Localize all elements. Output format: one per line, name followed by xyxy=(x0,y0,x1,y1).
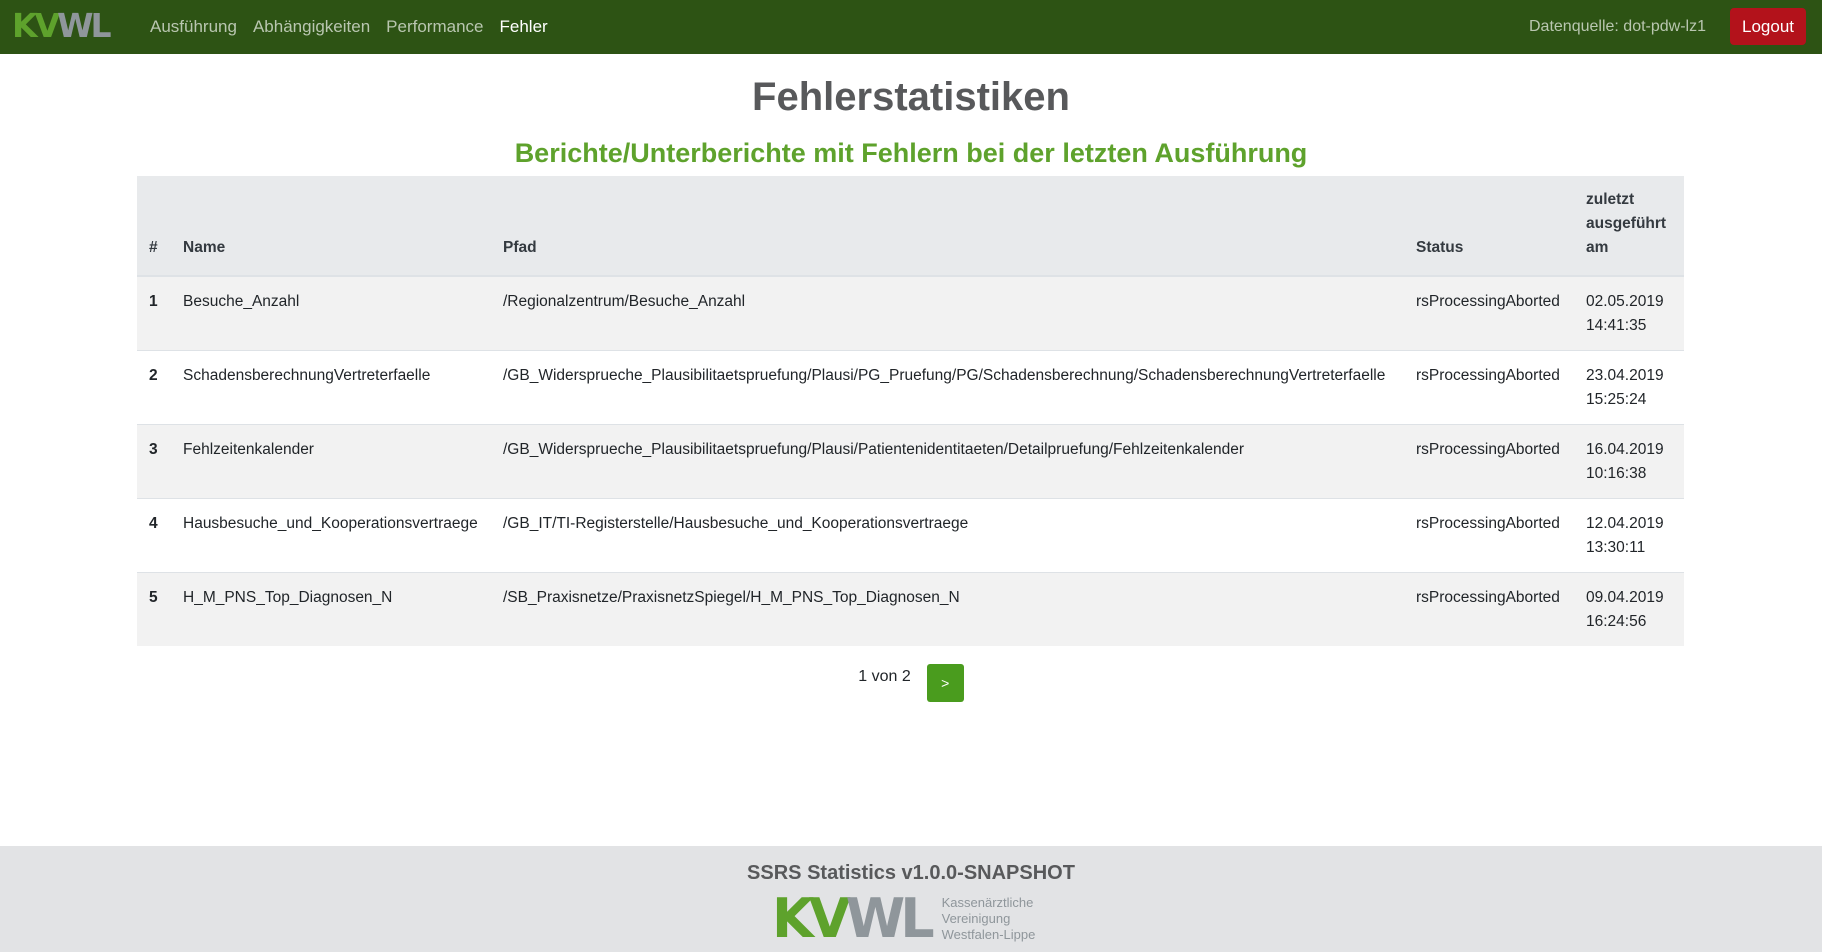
row-time: 15:25:24 xyxy=(1586,391,1647,408)
main-nav: Ausführung Abhängigkeiten Performance Fe… xyxy=(150,0,564,54)
error-table-container: # Name Pfad Status zuletzt ausgeführt am 1… xyxy=(137,176,1684,646)
page-title: Fehlerstatistiken xyxy=(752,75,1070,119)
footer-logo-wl: WL xyxy=(845,887,935,950)
nav-ausfuehrung[interactable]: Ausführung xyxy=(150,17,237,37)
kvwl-logo[interactable]: KV WL xyxy=(12,6,112,45)
footer-logo-mark: KVWL xyxy=(772,892,935,946)
row-status: rsProcessingAborted xyxy=(1404,498,1574,573)
nav-performance[interactable]: Performance xyxy=(386,17,483,37)
row-path: /GB_Widersprueche_Plausibilitaetspruefun… xyxy=(491,424,1404,499)
row-path: /SB_Praxisnetze/PraxisnetzSpiegel/H_M_PN… xyxy=(491,572,1404,646)
header-last-executed-line3: am xyxy=(1586,239,1609,256)
table-row: 1 Besuche_Anzahl /Regionalzentrum/Besuch… xyxy=(137,275,1684,351)
row-date: 02.05.2019 xyxy=(1586,293,1664,310)
row-time: 13:30:11 xyxy=(1586,539,1646,556)
footer-org-line2: Vereinigung xyxy=(941,911,1011,926)
row-name: SchadensberechnungVertreterfaelle xyxy=(171,350,491,425)
row-status: rsProcessingAborted xyxy=(1404,275,1574,351)
row-index: 4 xyxy=(137,498,171,573)
row-last-executed: 02.05.2019 14:41:35 xyxy=(1574,275,1684,351)
logout-button[interactable]: Logout xyxy=(1730,8,1806,45)
table-row: 3 Fehlzeitenkalender /GB_Widersprueche_P… xyxy=(137,424,1684,499)
row-index: 2 xyxy=(137,350,171,425)
logo-wl-text: WL xyxy=(57,6,111,45)
page-subtitle: Berichte/Unterberichte mit Fehlern bei d… xyxy=(514,138,1308,168)
row-date: 23.04.2019 xyxy=(1586,367,1664,384)
footer: SSRS Statistics v1.0.0-SNAPSHOT KVWL Kas… xyxy=(0,846,1822,952)
datasource-label: Datenquelle: dot-pdw-lz1 xyxy=(1529,18,1706,35)
row-date: 12.04.2019 xyxy=(1586,515,1664,532)
footer-org-line1: Kassenärztliche xyxy=(941,895,1034,910)
footer-logo-kv: KV xyxy=(772,887,851,950)
nav-fehler[interactable]: Fehler xyxy=(500,17,548,37)
row-index: 5 xyxy=(137,572,171,646)
page-info: 1 von 2 xyxy=(858,668,911,685)
error-table: # Name Pfad Status zuletzt ausgeführt am 1… xyxy=(137,176,1684,646)
header-name: Name xyxy=(171,176,491,277)
row-date: 16.04.2019 xyxy=(1586,441,1664,458)
row-name: Besuche_Anzahl xyxy=(171,275,491,351)
row-time: 14:41:35 xyxy=(1586,317,1647,334)
pagination: 1 von 2 > xyxy=(0,663,1822,703)
navbar: KV WL Ausführung Abhängigkeiten Performan… xyxy=(0,0,1822,54)
table-row: 2 SchadensberechnungVertreterfaelle /GB_… xyxy=(137,350,1684,425)
table-row: 5 H_M_PNS_Top_Diagnosen_N /SB_Praxisnetz… xyxy=(137,572,1684,646)
table-row: 4 Hausbesuche_und_Kooperationsvertraege … xyxy=(137,498,1684,573)
row-status: rsProcessingAborted xyxy=(1404,350,1574,425)
row-last-executed: 23.04.2019 15:25:24 xyxy=(1574,350,1684,425)
row-status: rsProcessingAborted xyxy=(1404,424,1574,499)
row-last-executed: 16.04.2019 10:16:38 xyxy=(1574,424,1684,499)
logo-kv-text: KV xyxy=(12,6,60,45)
row-last-executed: 12.04.2019 13:30:11 xyxy=(1574,498,1684,573)
footer-org-line3: Westfalen-Lippe xyxy=(941,927,1036,942)
row-name: Fehlzeitenkalender xyxy=(171,424,491,499)
row-path: /GB_Widersprueche_Plausibilitaetspruefun… xyxy=(491,350,1404,425)
nav-abhaengigkeiten[interactable]: Abhängigkeiten xyxy=(253,17,370,37)
header-path: Pfad xyxy=(491,176,1404,277)
row-path: /GB_IT/TI-Registerstelle/Hausbesuche_und… xyxy=(491,498,1404,573)
row-index: 1 xyxy=(137,275,171,351)
header-last-executed-line2: ausgeführt xyxy=(1586,215,1667,232)
row-index: 3 xyxy=(137,424,171,499)
row-time: 16:24:56 xyxy=(1586,613,1647,630)
footer-title: SSRS Statistics v1.0.0-SNAPSHOT xyxy=(747,862,1075,884)
table-header-row: # Name Pfad Status zuletzt ausgeführt am xyxy=(137,176,1684,277)
row-time: 10:16:38 xyxy=(1586,465,1647,482)
header-status: Status xyxy=(1404,176,1574,277)
next-page-button[interactable]: > xyxy=(926,664,964,702)
header-last-executed-line1: zuletzt xyxy=(1586,191,1635,208)
header-last-executed: zuletzt ausgeführt am xyxy=(1574,176,1684,277)
row-status: rsProcessingAborted xyxy=(1404,572,1574,646)
row-last-executed: 09.04.2019 16:24:56 xyxy=(1574,572,1684,646)
row-name: H_M_PNS_Top_Diagnosen_N xyxy=(171,572,491,646)
row-path: /Regionalzentrum/Besuche_Anzahl xyxy=(491,275,1404,351)
footer-kvwl-logo: KVWL Kassenärztliche Vereinigung Westfal… xyxy=(772,891,1035,947)
footer-org-name: Kassenärztliche Vereinigung Westfalen-Li… xyxy=(942,895,1036,943)
row-date: 09.04.2019 xyxy=(1586,589,1664,606)
row-name: Hausbesuche_und_Kooperationsvertraege xyxy=(171,498,491,573)
header-index: # xyxy=(137,176,171,277)
